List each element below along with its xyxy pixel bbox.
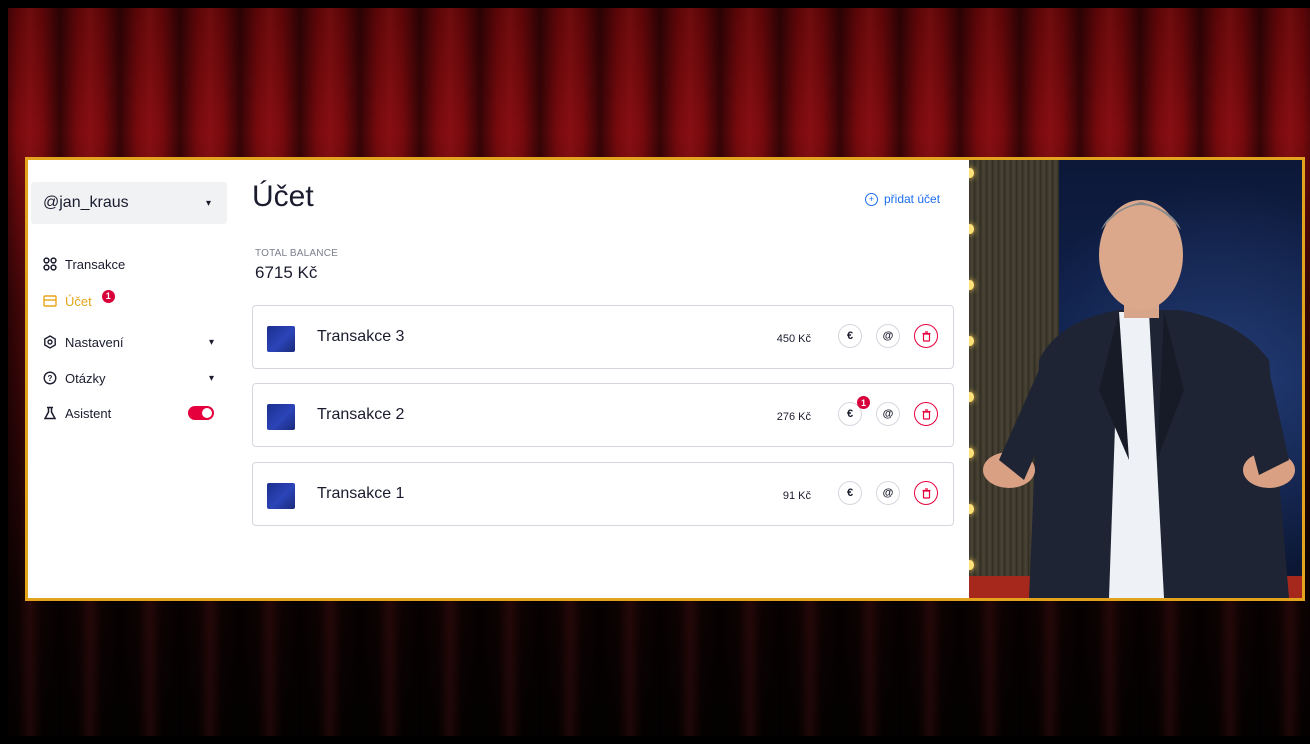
question-icon: ? xyxy=(43,371,57,385)
presentation-frame: @jan_kraus ▾ Transakce Účet 1 Nastavení … xyxy=(25,157,1305,601)
presenter-image xyxy=(983,200,1295,598)
sidebar-item-label: Nastavení xyxy=(65,334,124,350)
transaction-name: Transakce 3 xyxy=(317,328,405,345)
plus-circle-icon: + xyxy=(865,192,878,206)
transaction-name: Transakce 1 xyxy=(317,485,405,502)
euro-button[interactable]: € xyxy=(838,481,862,505)
notification-badge: 1 xyxy=(101,289,115,303)
transaction-amount: 91 Kč xyxy=(782,490,811,502)
sidebar-item-otazky[interactable]: ? Otázky ▾ xyxy=(43,367,228,389)
chevron-down-icon: ▾ xyxy=(208,336,214,348)
transaction-row[interactable]: Transakce 1 91 Kč € @ xyxy=(252,462,954,526)
card-icon xyxy=(267,326,295,352)
gear-icon xyxy=(43,335,57,349)
total-balance-value: 6715 Kč xyxy=(255,263,318,282)
letterbox-bottom xyxy=(0,736,1310,744)
sidebar-item-ucet[interactable]: Účet 1 xyxy=(43,289,228,312)
letterbox-top xyxy=(0,0,1310,8)
transaction-row[interactable]: Transakce 3 450 Kč € @ xyxy=(252,305,954,369)
at-icon: @ xyxy=(882,408,894,420)
flask-icon xyxy=(43,406,57,420)
trash-icon xyxy=(922,408,930,420)
at-icon: @ xyxy=(882,487,894,499)
card-icon xyxy=(267,483,295,509)
banking-app: @jan_kraus ▾ Transakce Účet 1 Nastavení … xyxy=(28,160,969,598)
delete-button[interactable] xyxy=(914,481,938,505)
at-button[interactable]: @ xyxy=(876,324,900,348)
total-balance-label: TOTAL BALANCE xyxy=(255,248,338,259)
trash-icon xyxy=(922,487,930,499)
card-icon xyxy=(267,404,295,430)
at-button[interactable]: @ xyxy=(876,481,900,505)
svg-text:?: ? xyxy=(48,374,53,383)
transaction-name: Transakce 2 xyxy=(317,406,405,423)
transaction-amount: 450 Kč xyxy=(776,333,811,345)
euro-icon: € xyxy=(846,330,854,342)
trash-icon xyxy=(922,330,930,342)
transaction-amount: 276 Kč xyxy=(776,411,811,423)
euro-icon: € xyxy=(846,408,854,420)
transaction-row[interactable]: Transakce 2 276 Kč € 1 @ xyxy=(252,383,954,447)
euro-button[interactable]: € xyxy=(838,324,862,348)
sidebar-item-label: Účet xyxy=(65,293,92,309)
at-button[interactable]: @ xyxy=(876,402,900,426)
at-icon: @ xyxy=(882,330,894,342)
add-account-label: přidat účet xyxy=(884,192,941,206)
sidebar-item-nastaveni[interactable]: Nastavení ▾ xyxy=(43,331,228,353)
username: @jan_kraus xyxy=(43,194,129,211)
letterbox-left xyxy=(0,0,8,744)
sidebar-item-label: Asistent xyxy=(65,405,112,421)
user-select[interactable]: @jan_kraus ▾ xyxy=(31,182,227,224)
wallet-icon xyxy=(43,294,57,308)
page-title: Účet xyxy=(252,180,314,213)
grid-icon xyxy=(43,257,57,271)
sidebar-item-label: Otázky xyxy=(65,370,106,386)
chevron-down-icon: ▾ xyxy=(208,372,214,384)
studio-video-panel xyxy=(969,160,1302,598)
chevron-down-icon: ▾ xyxy=(205,197,211,209)
delete-button[interactable] xyxy=(914,402,938,426)
assistant-toggle[interactable] xyxy=(188,406,214,420)
notification-badge: 1 xyxy=(857,396,870,409)
sidebar-item-transakce[interactable]: Transakce xyxy=(43,253,228,275)
delete-button[interactable] xyxy=(914,324,938,348)
sidebar-item-label: Transakce xyxy=(65,256,126,272)
add-account-link[interactable]: + přidat účet xyxy=(865,192,940,206)
euro-icon: € xyxy=(846,487,854,499)
sidebar-item-asistent[interactable]: Asistent xyxy=(43,402,228,424)
